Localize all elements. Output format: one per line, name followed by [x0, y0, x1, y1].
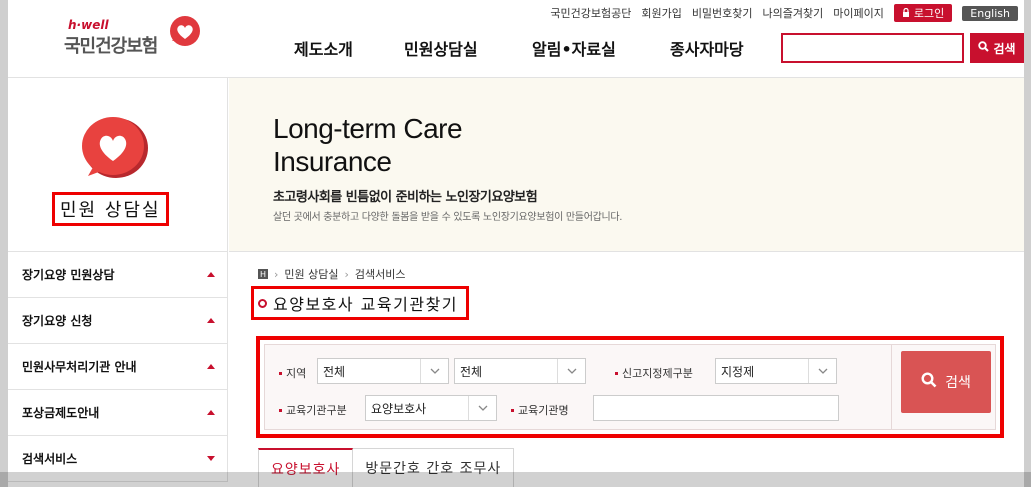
util-link-join[interactable]: 회원가입: [641, 5, 681, 21]
report-type-select[interactable]: 지정제: [715, 358, 837, 384]
search-icon: [978, 41, 990, 55]
side-nav: 장기요양 민원상담 장기요양 신청 민원사무처리기관 안내 포상금제도안내 검색…: [8, 252, 228, 482]
util-link-find-password[interactable]: 비밀번호찾기: [692, 5, 753, 21]
sidebar-item-ltc-apply[interactable]: 장기요양 신청: [8, 298, 227, 344]
region-select-2-value: 전체: [460, 364, 483, 379]
tab-caregiver[interactable]: 요양보호사: [258, 448, 354, 487]
inst-name-label: 교육기관명: [511, 402, 569, 418]
heart-logo-icon: [168, 14, 202, 52]
search-icon: [921, 372, 937, 392]
breadcrumb-item[interactable]: 민원 상담실: [284, 266, 338, 282]
breadcrumb: H › 민원 상담실 › 검색서비스: [258, 266, 406, 282]
home-icon[interactable]: H: [258, 269, 268, 279]
util-link-nhis[interactable]: 국민건강보험공단: [550, 5, 631, 21]
sidebar-item-label: 민원사무처리기관 안내: [22, 360, 137, 374]
report-type-value: 지정제: [721, 364, 755, 379]
report-type-label: 신고지정제구분: [615, 365, 693, 381]
sidebar-item-label: 검색서비스: [22, 452, 78, 466]
speech-heart-icon: [78, 114, 152, 188]
login-label: 로그인: [913, 7, 945, 20]
inst-type-label: 교육기관구분: [279, 402, 347, 418]
sidebar-item-reward[interactable]: 포상금제도안내: [8, 390, 227, 436]
banner-title-line1: Long-term Care: [273, 113, 463, 144]
main-nav: 제도소개 민원상담실 알림•자료실 종사자마당: [294, 34, 780, 62]
banner: Long-term Care Insurance 초고령사회를 빈틈없이 준비하…: [229, 78, 1024, 252]
chevron-up-icon: [207, 410, 215, 415]
breadcrumb-item[interactable]: 검색서비스: [355, 266, 406, 282]
header-search-label: 검색: [993, 41, 1016, 56]
inst-name-input[interactable]: [594, 396, 838, 420]
chevron-right-icon: ›: [344, 267, 349, 281]
sidebar-item-label: 장기요양 신청: [22, 314, 93, 328]
chevron-down-icon: [420, 359, 448, 383]
banner-subline: 살던 곳에서 충분하고 다양한 돌봄을 받을 수 있도록 노인장기요양보험이 만…: [273, 212, 623, 223]
utility-nav: 국민건강보험공단 회원가입 비밀번호찾기 나의즐겨찾기 마이페이지 로그인 En…: [550, 4, 1018, 22]
sidebar-item-offices[interactable]: 민원사무처리기관 안내: [8, 344, 227, 390]
region-select-2[interactable]: 전체: [454, 358, 586, 384]
util-link-mypage[interactable]: 마이페이지: [833, 5, 884, 21]
banner-title: Long-term Care Insurance: [273, 112, 463, 178]
bullet-icon: [258, 298, 267, 308]
page-title-text: 요양보호사 교육기관찾기: [273, 295, 459, 314]
sidebar-item-search-service[interactable]: 검색서비스: [8, 436, 227, 482]
section-title: 민원 상담실: [52, 192, 169, 226]
tab-bar: 요양보호사 방문간호 간호 조무사: [258, 448, 515, 487]
sidebar-item-label: 포상금제도안내: [22, 406, 100, 420]
util-link-favorites[interactable]: 나의즐겨찾기: [763, 5, 824, 21]
nav-civil-service[interactable]: 민원상담실: [404, 34, 532, 62]
search-button-label: 검색: [945, 375, 971, 391]
nav-notice-resources[interactable]: 알림•자료실: [532, 34, 670, 62]
page: h·well 국민건강보험 국민건강보험공단 회원가입 비밀번호찾기 나의즐겨찾…: [8, 0, 1024, 487]
sidebar-item-label: 장기요양 민원상담: [22, 268, 115, 282]
search-button[interactable]: 검색: [901, 351, 991, 413]
logo-sub: h·well: [68, 18, 109, 32]
section-header: 민원 상담실: [8, 78, 228, 252]
chevron-down-icon: [207, 456, 215, 461]
region-select-1-value: 전체: [323, 364, 346, 379]
header-search-input[interactable]: [783, 35, 962, 61]
english-button[interactable]: English: [962, 5, 1018, 21]
logo-name: 국민건강보험: [64, 36, 158, 57]
inst-name-box: [593, 395, 839, 421]
chevron-down-icon: [808, 359, 836, 383]
page-title: 요양보호사 교육기관찾기: [251, 286, 470, 320]
nav-workers[interactable]: 종사자마당: [670, 34, 780, 62]
inst-type-select[interactable]: 요양보호사: [365, 395, 497, 421]
sidebar-item-ltc-consult[interactable]: 장기요양 민원상담: [8, 252, 227, 298]
header-search-button[interactable]: 검색: [970, 33, 1024, 63]
search-filter: 지역 전체 전체 신고지정제구분 지정제 교육기관구분 요양보호사 교육기관명 …: [264, 344, 996, 430]
chevron-up-icon: [207, 318, 215, 323]
banner-headline: 초고령사회를 빈틈없이 준비하는 노인장기요양보험: [273, 190, 538, 205]
region-select-1[interactable]: 전체: [317, 358, 449, 384]
chevron-down-icon: [557, 359, 585, 383]
chevron-down-icon: [468, 396, 496, 420]
inst-type-value: 요양보호사: [371, 401, 427, 416]
divider: [891, 345, 892, 429]
login-button[interactable]: 로그인: [893, 4, 953, 22]
banner-title-line2: Insurance: [273, 146, 392, 177]
search-filter-highlight: 지역 전체 전체 신고지정제구분 지정제 교육기관구분 요양보호사 교육기관명 …: [256, 336, 1004, 438]
chevron-up-icon: [207, 272, 215, 277]
header-search-box: [781, 33, 964, 63]
header: h·well 국민건강보험 국민건강보험공단 회원가입 비밀번호찾기 나의즐겨찾…: [8, 0, 1024, 78]
region-label: 지역: [279, 365, 306, 381]
nav-system-intro[interactable]: 제도소개: [294, 34, 404, 62]
chevron-right-icon: ›: [274, 267, 279, 281]
lock-icon: [902, 7, 910, 20]
chevron-up-icon: [207, 364, 215, 369]
tab-visiting-nurse[interactable]: 방문간호 간호 조무사: [353, 448, 515, 487]
logo[interactable]: h·well 국민건강보험: [64, 12, 214, 62]
